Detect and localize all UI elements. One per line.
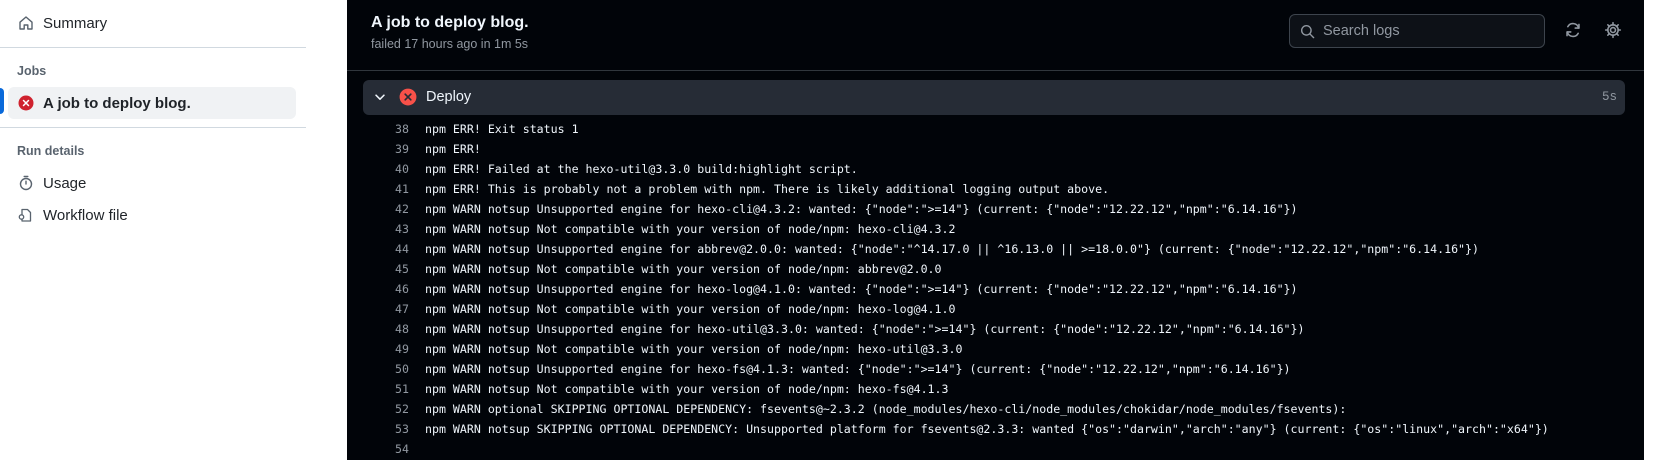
failed-icon <box>17 94 35 112</box>
log-line-text: npm WARN notsup Unsupported engine for h… <box>425 202 1298 216</box>
log-line-number[interactable]: 45 <box>347 262 409 276</box>
chevron-down-icon <box>373 90 387 104</box>
log-line-text: npm WARN notsup Unsupported engine for h… <box>425 282 1298 296</box>
log-line-text: npm WARN notsup SKIPPING OPTIONAL DEPEND… <box>425 422 1549 436</box>
log-line[interactable]: 39 npm ERR! <box>347 139 1644 159</box>
sidebar-item-summary[interactable]: Summary <box>8 7 296 39</box>
log-line[interactable]: 54 <box>347 439 1644 459</box>
sidebar-item-usage[interactable]: Usage <box>8 167 296 199</box>
log-line[interactable]: 52 npm WARN optional SKIPPING OPTIONAL DE… <box>347 399 1644 419</box>
log-line-text: npm ERR! Exit status 1 <box>425 122 579 136</box>
run-details-heading: Run details <box>17 144 85 158</box>
sidebar-divider <box>0 127 306 128</box>
gear-icon <box>1604 21 1622 39</box>
log-line-number[interactable]: 49 <box>347 342 409 356</box>
log-line-number[interactable]: 51 <box>347 382 409 396</box>
log-line-number[interactable]: 52 <box>347 402 409 416</box>
log-line-number[interactable]: 43 <box>347 222 409 236</box>
sidebar-item-label: Workflow file <box>43 206 128 224</box>
log-line-text: npm WARN notsup Not compatible with your… <box>425 222 956 236</box>
log-line-number[interactable]: 44 <box>347 242 409 256</box>
log-line-text: npm WARN notsup Not compatible with your… <box>425 302 956 316</box>
step-duration: 5s <box>1601 90 1617 104</box>
log-line[interactable]: 45 npm WARN notsup Not compatible with yo… <box>347 259 1644 279</box>
log-line[interactable]: 47 npm WARN notsup Not compatible with yo… <box>347 299 1644 319</box>
log-line-text: npm WARN notsup Unsupported engine for h… <box>425 362 1291 376</box>
log-line[interactable]: 51 npm WARN notsup Not compatible with yo… <box>347 379 1644 399</box>
log-line[interactable]: 53 npm WARN notsup SKIPPING OPTIONAL DEPE… <box>347 419 1644 439</box>
log-line-number[interactable]: 50 <box>347 362 409 376</box>
log-line[interactable]: 43 npm WARN notsup Not compatible with yo… <box>347 219 1644 239</box>
log-line-number[interactable]: 41 <box>347 182 409 196</box>
sidebar-item-label: Usage <box>43 174 87 192</box>
log-line[interactable]: 38 npm ERR! Exit status 1 <box>347 119 1644 139</box>
log-line[interactable]: 41 npm ERR! This is probably not a proble… <box>347 179 1644 199</box>
log-panel: A job to deploy blog. failed 17 hours ag… <box>347 0 1665 460</box>
sidebar: Summary Jobs A job to deploy blog. Run d… <box>0 0 347 460</box>
log-line-number[interactable]: 39 <box>347 142 409 156</box>
log-line-text: npm WARN notsup Unsupported engine for h… <box>425 322 1305 336</box>
log-line-number[interactable]: 40 <box>347 162 409 176</box>
log-line-number[interactable]: 48 <box>347 322 409 336</box>
log-line[interactable]: 40 npm ERR! Failed at the hexo-util@3.3.0… <box>347 159 1644 179</box>
sidebar-item-label: Summary <box>43 14 108 32</box>
active-indicator <box>0 88 4 114</box>
step-header-deploy[interactable]: Deploy 5s <box>363 80 1625 115</box>
sidebar-item-job[interactable]: A job to deploy blog. <box>8 87 296 119</box>
log-line-number[interactable]: 53 <box>347 422 409 436</box>
log-line[interactable]: 48 npm WARN notsup Unsupported engine for… <box>347 319 1644 339</box>
search-input[interactable] <box>1323 23 1523 39</box>
log-output: 38 npm ERR! Exit status 1 39 npm ERR! 40 npm … <box>347 119 1644 460</box>
log-line-text: npm WARN notsup Unsupported engine for a… <box>425 242 1479 256</box>
page-scrollbar[interactable] <box>1644 0 1665 460</box>
sync-icon <box>1564 21 1582 39</box>
log-line[interactable]: 46 npm WARN notsup Unsupported engine for… <box>347 279 1644 299</box>
job-status-text: failed 17 hours ago in 1m 5s <box>371 37 529 51</box>
sidebar-item-label: A job to deploy blog. <box>43 94 191 112</box>
sidebar-item-workflow-file[interactable]: Workflow file <box>8 199 296 231</box>
log-line-text: npm ERR! Failed at the hexo-util@3.3.0 b… <box>425 162 858 176</box>
log-line-text: npm ERR! <box>425 142 481 156</box>
log-line-number[interactable]: 42 <box>347 202 409 216</box>
log-line-number[interactable]: 54 <box>347 442 409 456</box>
log-line-text: npm WARN notsup Not compatible with your… <box>425 342 963 356</box>
log-line[interactable]: 50 npm WARN notsup Unsupported engine for… <box>347 359 1644 379</box>
log-line[interactable]: 42 npm WARN notsup Unsupported engine for… <box>347 199 1644 219</box>
log-line-text: npm ERR! This is probably not a problem … <box>425 182 1110 196</box>
refresh-button[interactable] <box>1561 18 1585 42</box>
search-icon <box>1300 24 1315 39</box>
search-box[interactable] <box>1289 14 1545 48</box>
log-header: A job to deploy blog. failed 17 hours ag… <box>347 0 1644 71</box>
log-line-text: npm WARN optional SKIPPING OPTIONAL DEPE… <box>425 402 1347 416</box>
log-line-number[interactable]: 46 <box>347 282 409 296</box>
log-line-text: npm WARN notsup Not compatible with your… <box>425 262 942 276</box>
step-name: Deploy <box>426 89 472 105</box>
log-line[interactable]: 44 npm WARN notsup Unsupported engine for… <box>347 239 1644 259</box>
workflow-icon <box>17 206 35 224</box>
log-line[interactable]: 49 npm WARN notsup Not compatible with yo… <box>347 339 1644 359</box>
log-line-text: npm WARN notsup Not compatible with your… <box>425 382 949 396</box>
home-icon <box>17 14 35 32</box>
page-title: A job to deploy blog. <box>371 14 529 31</box>
jobs-heading: Jobs <box>17 64 47 78</box>
stopwatch-icon <box>17 174 35 192</box>
log-line-number[interactable]: 38 <box>347 122 409 136</box>
settings-button[interactable] <box>1601 18 1625 42</box>
log-line-number[interactable]: 47 <box>347 302 409 316</box>
failed-icon <box>399 88 417 106</box>
sidebar-divider <box>0 47 306 48</box>
